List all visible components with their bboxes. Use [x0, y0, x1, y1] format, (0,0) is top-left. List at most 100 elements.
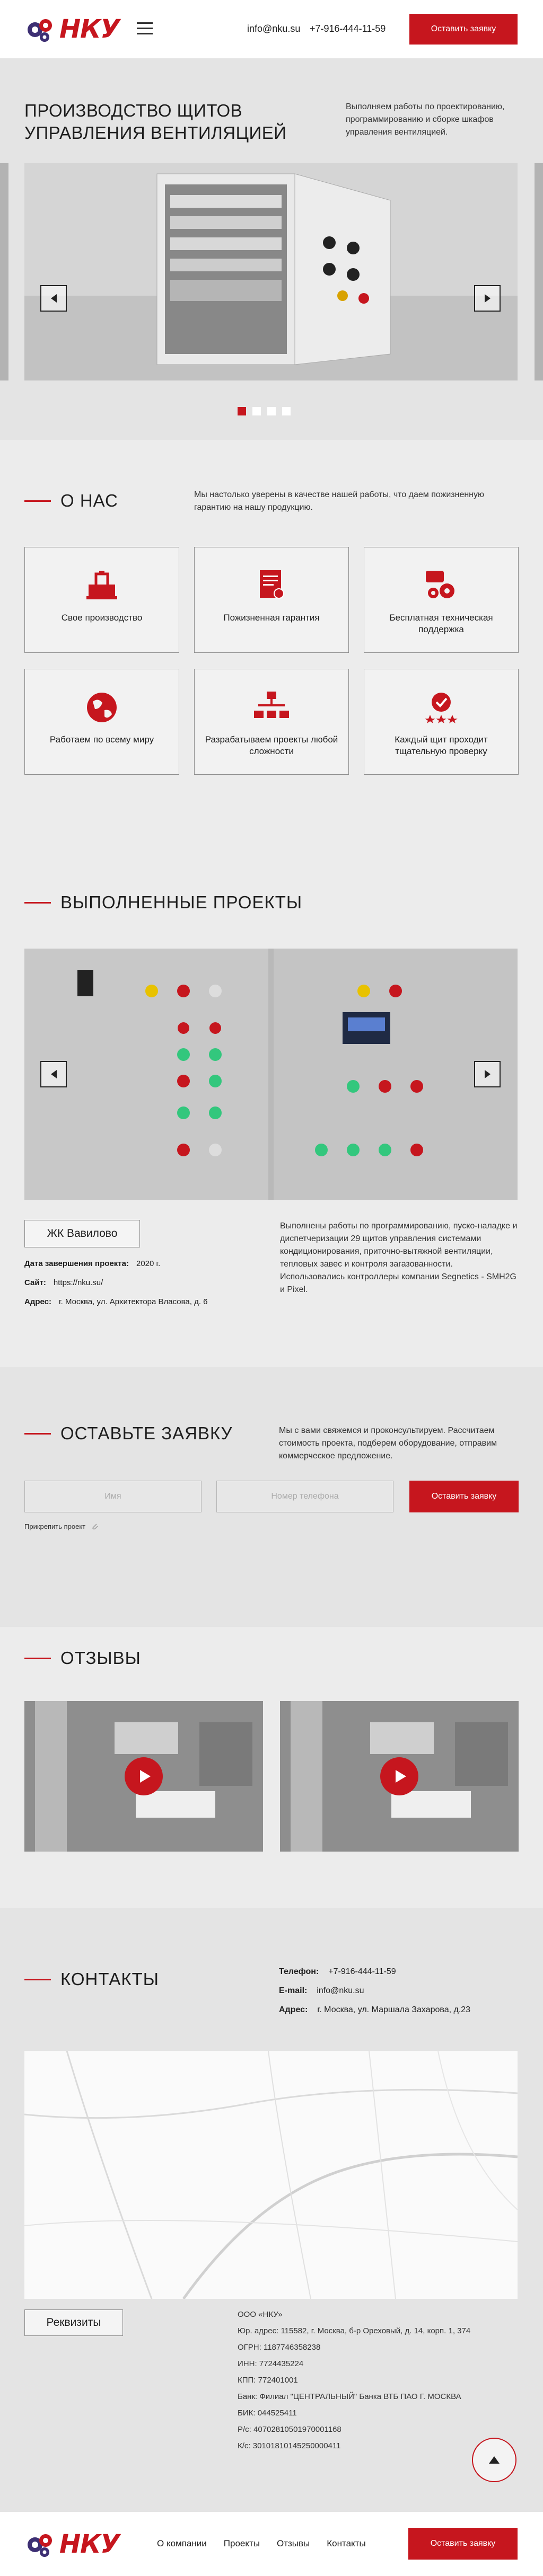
- feature-card: Каждый щит проходит тщательную проверку: [364, 669, 519, 775]
- footer-nav-about[interactable]: О компании: [157, 2538, 207, 2549]
- certificate-icon: [257, 570, 286, 601]
- project-prev-button[interactable]: [40, 1061, 67, 1087]
- reviews-title: ОТЗЫВЫ: [60, 1648, 141, 1668]
- slide-dot[interactable]: [252, 407, 261, 415]
- project-address: Адрес: г. Москва, ул. Архитектора Власова…: [24, 1297, 208, 1306]
- prev-slide-peek: [0, 163, 8, 380]
- contact-address: Адрес: г. Москва, ул. Маршала Захарова, д…: [279, 2005, 471, 2014]
- contacts-title: КОНТАКТЫ: [60, 1969, 160, 1989]
- about-description: Мы настолько уверены в качестве нашей ра…: [194, 490, 485, 512]
- reviews-title-row: ОТЗЫВЫ: [24, 1648, 141, 1668]
- phone-input[interactable]: Номер телефона: [216, 1481, 393, 1512]
- contact-email: E-mail: info@nku.su: [279, 1986, 364, 1995]
- title-accent-line: [24, 1657, 51, 1659]
- title-accent-line: [24, 500, 51, 502]
- hierarchy-icon: [254, 692, 289, 723]
- hero-title: ПРОИЗВОДСТВО ЩИТОВ УПРАВЛЕНИЯ ВЕНТИЛЯЦИЕ…: [24, 101, 287, 143]
- feature-label: Бесплатная техническая поддержка: [389, 613, 493, 634]
- contact-phone-value[interactable]: +7-916-444-11-59: [328, 1967, 396, 1976]
- request-section: ОСТАВЬТЕ ЗАЯВКУ Мы с вами свяжемся и про…: [0, 1367, 543, 1627]
- feature-card: Бесплатная техническая поддержка: [364, 547, 519, 653]
- menu-icon[interactable]: [137, 22, 153, 35]
- feature-label: Свое производство: [61, 613, 143, 623]
- hero-prev-button[interactable]: [40, 285, 67, 312]
- request-title-row: ОСТАВЬТЕ ЗАЯВКУ: [24, 1423, 233, 1444]
- project-name: ЖК Вавилово: [24, 1220, 140, 1247]
- site-header: НКУ info@nku.su +7-916-444-11-59 Оставит…: [0, 0, 543, 58]
- review-video[interactable]: [24, 1701, 263, 1852]
- footer-nav-contacts[interactable]: Контакты: [327, 2538, 365, 2549]
- play-icon[interactable]: [125, 1757, 163, 1795]
- slide-dot[interactable]: [267, 407, 276, 415]
- feature-card: Свое производство: [24, 547, 179, 653]
- feature-label: Пожизненная гарантия: [223, 613, 320, 623]
- projects-title: ВЫПОЛНЕННЫЕ ПРОЕКТЫ: [60, 892, 303, 912]
- project-slide-image: [24, 949, 518, 1200]
- play-icon[interactable]: [380, 1757, 418, 1795]
- globe-icon: [85, 692, 118, 723]
- logo-gears-icon: [28, 19, 52, 42]
- project-site-link[interactable]: https://nku.su/: [54, 1278, 103, 1287]
- paperclip-icon: [92, 1524, 98, 1530]
- requisites-list: ООО «НКУ» Юр. адрес: 115582, г. Москва, …: [238, 2310, 471, 2450]
- header-email[interactable]: info@nku.su: [247, 23, 300, 34]
- title-accent-line: [24, 901, 51, 904]
- contact-email-value[interactable]: info@nku.su: [317, 1986, 364, 1995]
- slide-dot[interactable]: [238, 407, 246, 415]
- footer-nav: О компании Проекты Отзывы Контакты: [157, 2538, 366, 2549]
- footer-nav-reviews[interactable]: Отзывы: [277, 2538, 310, 2549]
- feature-card: Пожизненная гарантия: [194, 547, 349, 653]
- hero-next-button[interactable]: [474, 285, 501, 312]
- review-video[interactable]: [280, 1701, 519, 1852]
- site-footer: НКУ О компании Проекты Отзывы Контакты О…: [0, 2512, 543, 2576]
- logo-text: НКУ: [59, 14, 120, 44]
- projects-title-row: ВЫПОЛНЕННЫЕ ПРОЕКТЫ: [24, 892, 302, 913]
- submit-request-button[interactable]: Оставить заявку: [409, 1481, 519, 1512]
- map[interactable]: [24, 2051, 518, 2299]
- requisites-button[interactable]: Реквизиты: [24, 2309, 123, 2336]
- arrow-up-icon: [489, 2456, 500, 2464]
- about-section: О НАС Мы настолько уверены в качестве на…: [0, 440, 543, 832]
- projects-section: ВЫПОЛНЕННЫЕ ПРОЕКТЫ ЖК Вавилово Дата зав…: [0, 832, 543, 1367]
- attach-label: Прикрепить проект: [24, 1522, 86, 1530]
- next-slide-peek: [535, 163, 543, 380]
- title-accent-line: [24, 1432, 51, 1435]
- logo-text: НКУ: [59, 2529, 120, 2559]
- logo[interactable]: НКУ: [24, 14, 120, 45]
- project-description: Выполнены работы по программированию, пу…: [280, 1221, 518, 1294]
- request-description: Мы с вами свяжемся и проконсультируем. Р…: [279, 1426, 497, 1460]
- footer-logo[interactable]: НКУ: [24, 2529, 120, 2560]
- attach-project[interactable]: Прикрепить проект: [24, 1522, 99, 1530]
- footer-cta-button[interactable]: Оставить заявку: [408, 2528, 518, 2560]
- factory-icon: [84, 570, 119, 601]
- hero-slide-image: [24, 163, 518, 380]
- feature-label: Каждый щит проходит тщательную проверку: [395, 734, 488, 756]
- project-next-button[interactable]: [474, 1061, 501, 1087]
- name-input[interactable]: Имя: [24, 1481, 202, 1512]
- request-title: ОСТАВЬТЕ ЗАЯВКУ: [60, 1423, 233, 1443]
- scroll-top-button[interactable]: [472, 2438, 516, 2482]
- header-cta-button[interactable]: Оставить заявку: [409, 14, 518, 45]
- title-accent-line: [24, 1978, 51, 1980]
- slide-dot[interactable]: [282, 407, 291, 415]
- header-phone[interactable]: +7-916-444-11-59: [310, 23, 386, 34]
- feature-label: Разрабатываем проекты любой сложности: [205, 734, 338, 756]
- hero-section: ПРОИЗВОДСТВО ЩИТОВ УПРАВЛЕНИЯ ВЕНТИЛЯЦИЕ…: [0, 58, 543, 440]
- project-completion: Дата завершения проекта: 2020 г.: [24, 1259, 161, 1268]
- reviews-section: ОТЗЫВЫ: [0, 1627, 543, 1908]
- project-site: Сайт: https://nku.su/: [24, 1278, 103, 1287]
- quality-check-icon: [424, 692, 459, 723]
- hero-description: Выполняем работы по проектированию, прог…: [346, 102, 505, 137]
- hero-pagination: [238, 407, 291, 415]
- contact-phone: Телефон: +7-916-444-11-59: [279, 1967, 396, 1976]
- feature-label: Работаем по всему миру: [49, 734, 154, 745]
- logo-gears-icon: [28, 2534, 52, 2557]
- contacts-section: КОНТАКТЫ Телефон: +7-916-444-11-59 E-mail…: [0, 1908, 543, 2512]
- about-title: О НАС: [60, 491, 118, 510]
- contacts-title-row: КОНТАКТЫ: [24, 1969, 159, 1989]
- footer-nav-projects[interactable]: Проекты: [224, 2538, 260, 2549]
- about-title-row: О НАС: [24, 491, 118, 511]
- support-gears-icon: [424, 570, 459, 601]
- feature-card: Работаем по всему миру: [24, 669, 179, 775]
- feature-card: Разрабатываем проекты любой сложности: [194, 669, 349, 775]
